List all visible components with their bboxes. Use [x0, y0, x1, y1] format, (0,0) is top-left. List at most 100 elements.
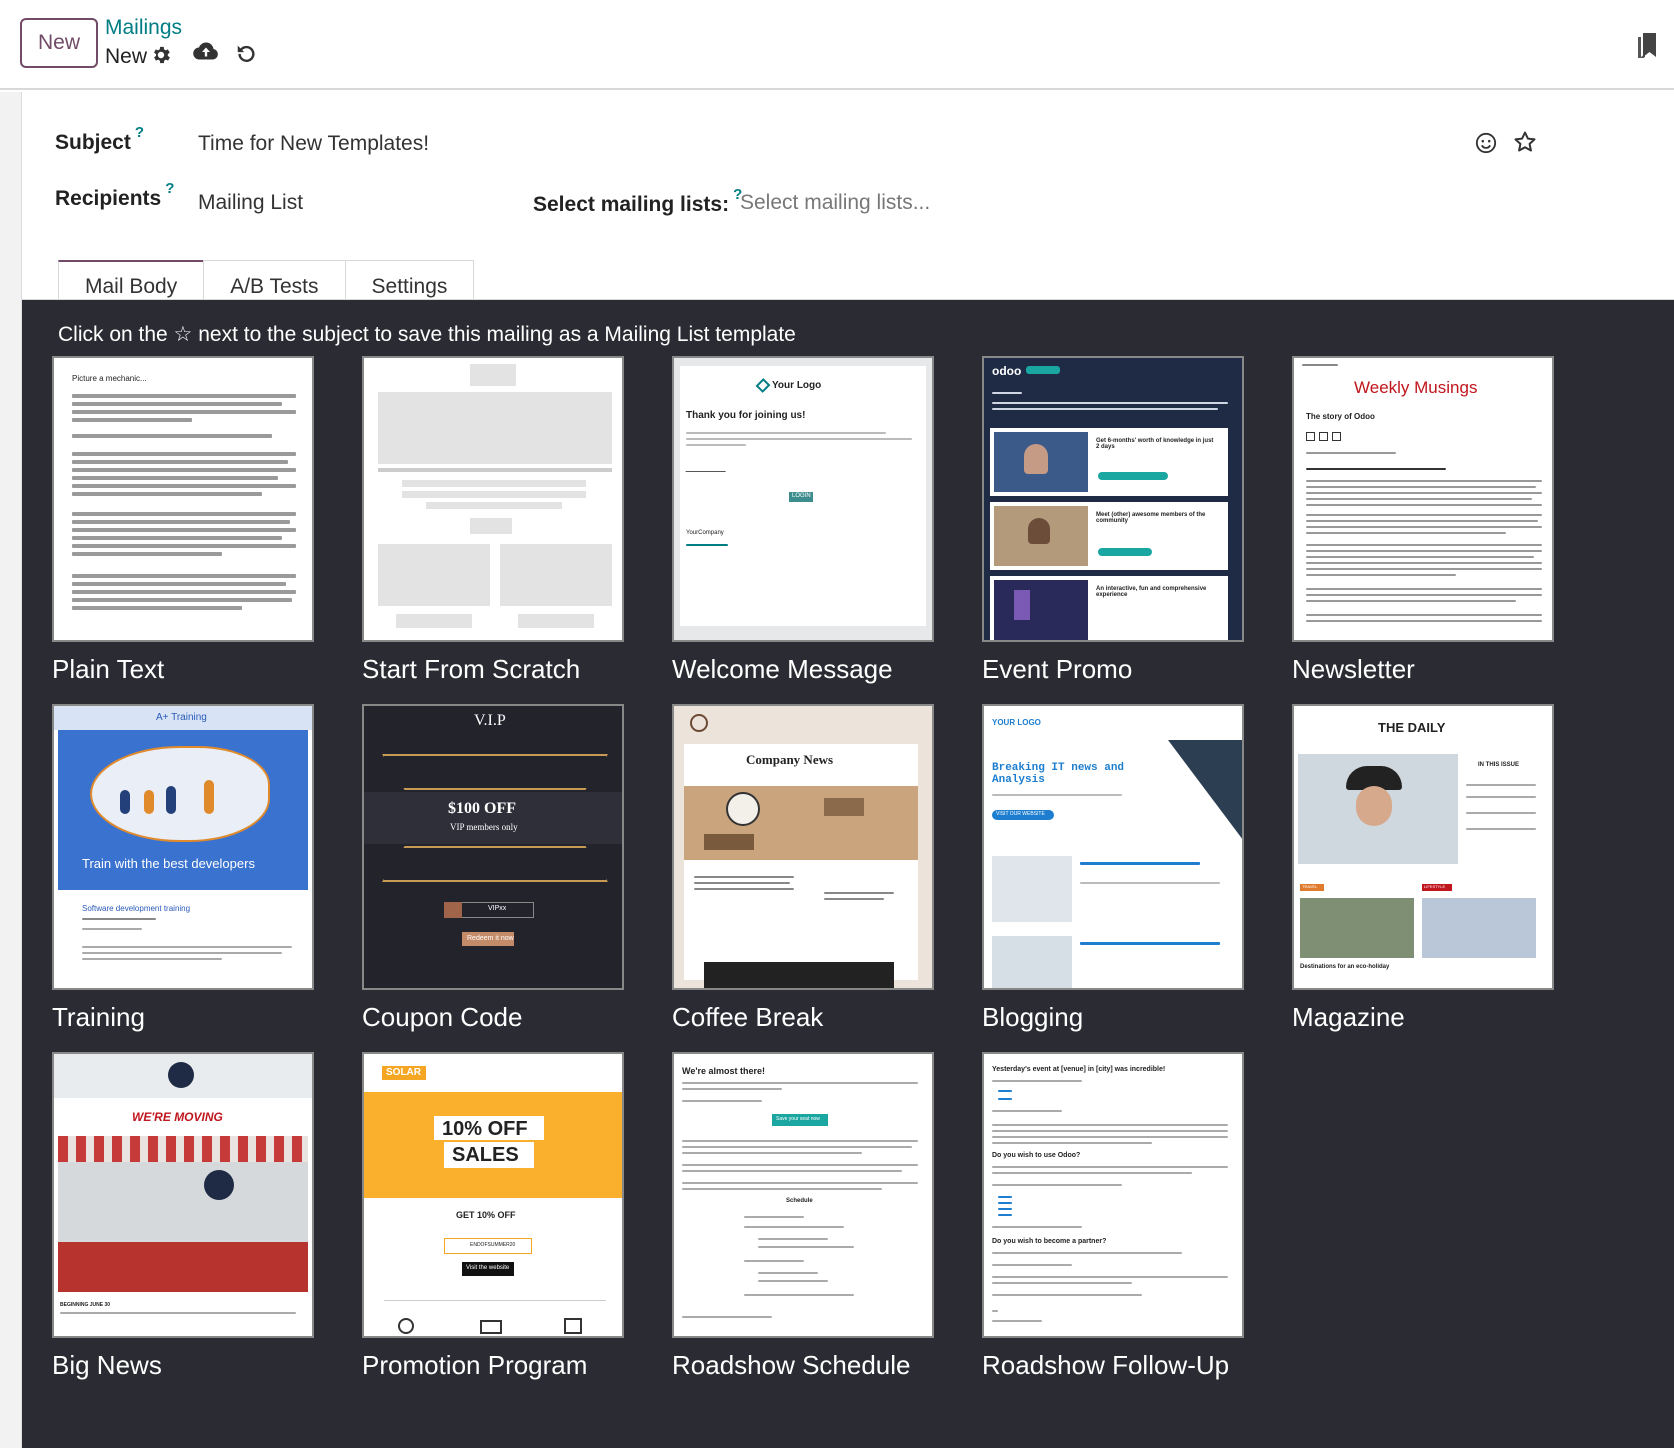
thumb-coupon-vip: V.I.P	[474, 712, 506, 729]
thumb-event-promo: odoo Get 6-months' worth of knowledge in…	[982, 356, 1244, 642]
thumb-event-item2: Meet (other) awesome members of the comm…	[1096, 512, 1206, 524]
thumb-road-heading: We're almost there!	[682, 1066, 765, 1076]
thumb-coupon-off: $100 OFF	[448, 800, 516, 817]
thumb-coupon-code: VIPxx	[488, 905, 507, 912]
template-big-news[interactable]: WE'RE MOVING BEGINNING JUNE 30 Big News	[52, 1052, 314, 1381]
thumb-big-moving: WE'RE MOVING	[132, 1110, 223, 1124]
thumb-plain-text: Picture a mechanic...	[52, 356, 314, 642]
mailing-lists-input[interactable]: Select mailing lists...	[740, 191, 930, 215]
breadcrumb-mailings[interactable]: Mailings	[105, 16, 182, 40]
template-title: Event Promo	[982, 654, 1133, 684]
template-title: Welcome Message	[672, 654, 893, 684]
thumb-follow-q2: Do you wish to become a partner?	[992, 1238, 1107, 1245]
template-hint: Click on the ☆ next to the subject to sa…	[58, 323, 796, 346]
recipients-select[interactable]: Mailing List	[198, 191, 303, 215]
thumb-welcome-button: LOGIN	[792, 493, 811, 499]
template-welcome-message[interactable]: Your Logo Thank you for joining us! LOGI…	[672, 356, 934, 685]
template-roadshow-schedule[interactable]: We're almost there! Save your seat now S…	[672, 1052, 934, 1381]
thumb-magazine: THE DAILY IN THIS ISSUE TRAVEL LIFESTYLE…	[1292, 704, 1554, 990]
thumb-promo-off: 10% OFF	[442, 1118, 528, 1140]
gear-icon[interactable]	[148, 42, 174, 68]
template-training[interactable]: A+ Training Train with the best develope…	[52, 704, 314, 1033]
thumb-news-sub: The story of Odoo	[1306, 412, 1375, 421]
thumb-coupon-members: VIP members only	[450, 822, 518, 832]
template-title: Newsletter	[1292, 654, 1415, 684]
template-blogging[interactable]: YOUR LOGO Breaking IT news and Analysis …	[982, 704, 1244, 1033]
subject-label: Subject?	[55, 124, 144, 155]
bookmarks-icon[interactable]	[1636, 32, 1658, 63]
thumb-newsletter: Weekly Musings The story of Odoo	[1292, 356, 1554, 642]
thumb-road-button: Save your seat now	[776, 1116, 820, 1122]
thumb-plain-heading: Picture a mechanic...	[72, 374, 147, 383]
template-title: Training	[52, 1002, 145, 1032]
template-roadshow-follow-up[interactable]: Yesterday's event at [venue] in [city] w…	[982, 1052, 1244, 1381]
template-title: Plain Text	[52, 654, 165, 684]
new-button[interactable]: New	[20, 18, 98, 68]
cloud-upload-icon[interactable]	[193, 38, 219, 64]
template-event-promo[interactable]: odoo Get 6-months' worth of knowledge in…	[982, 356, 1244, 685]
thumb-event-logo: odoo	[992, 364, 1022, 378]
thumb-mag-dest: Destinations for an eco-holiday	[1300, 964, 1390, 970]
left-gutter	[0, 92, 22, 1448]
template-panel: Click on the ☆ next to the subject to sa…	[22, 299, 1674, 1448]
template-plain-text[interactable]: Picture a mechanic... Plain Text	[52, 356, 314, 685]
template-title: Magazine	[1292, 1002, 1405, 1032]
discard-icon[interactable]	[233, 40, 259, 66]
thumb-big-news: WE'RE MOVING BEGINNING JUNE 30	[52, 1052, 314, 1338]
template-title: Coffee Break	[672, 1002, 824, 1032]
template-title: Roadshow Schedule	[672, 1350, 911, 1380]
template-newsletter[interactable]: Weekly Musings The story of Odoo Newslet…	[1292, 356, 1554, 685]
thumb-coffee: Company News	[672, 704, 934, 990]
mailing-form: Subject? Time for New Templates! Recipie…	[22, 92, 1674, 1448]
thumb-coupon: V.I.P $100 OFF VIP members only VIPxx Re…	[362, 704, 624, 990]
subject-input[interactable]: Time for New Templates!	[198, 132, 429, 156]
thumb-promotion: SOLAR 10% OFF SALES GET 10% OFF ENDOFSUM…	[362, 1052, 624, 1338]
thumb-news-title: Weekly Musings	[1354, 378, 1478, 397]
thumb-welcome-company: YourCompany	[686, 530, 724, 536]
thumb-road-schedule: Schedule	[786, 1198, 813, 1204]
thumb-follow-q1: Do you wish to use Odoo?	[992, 1152, 1081, 1159]
mailing-lists-label-text: Select mailing lists:	[533, 193, 730, 216]
template-title: Start From Scratch	[362, 654, 581, 684]
thumb-follow-heading: Yesterday's event at [venue] in [city] w…	[992, 1066, 1166, 1073]
thumb-blog-button: VISIT OUR WEBSITE	[996, 811, 1045, 817]
star-icon[interactable]	[1513, 130, 1537, 159]
thumb-big-date: BEGINNING JUNE 30	[60, 1302, 111, 1308]
recipients-label: Recipients?	[55, 180, 174, 211]
thumb-welcome-heading: Thank you for joining us!	[686, 410, 806, 421]
thumb-scratch	[362, 356, 624, 642]
thumb-event-item1: Get 6-months' worth of knowledge in just…	[1096, 438, 1214, 450]
thumb-promo-sales: SALES	[452, 1144, 519, 1166]
template-start-from-scratch[interactable]: Start From Scratch	[362, 356, 624, 685]
record-name: New	[105, 45, 148, 68]
template-title: Roadshow Follow-Up	[982, 1350, 1230, 1380]
thumb-welcome-logo: Your Logo	[772, 380, 822, 391]
thumb-mag-lifestyle: LIFESTYLE	[1424, 884, 1446, 889]
thumb-training-course: Software development training	[82, 904, 191, 913]
thumb-promo-visit: Visit the website	[466, 1265, 510, 1271]
template-magazine[interactable]: THE DAILY IN THIS ISSUE TRAVEL LIFESTYLE…	[1292, 704, 1554, 1033]
subject-help-icon[interactable]: ?	[135, 124, 144, 141]
template-title: Promotion Program	[362, 1350, 588, 1380]
thumb-mag-issue: IN THIS ISSUE	[1478, 762, 1520, 768]
template-coupon-code[interactable]: V.I.P $100 OFF VIP members only VIPxx Re…	[362, 704, 624, 1033]
recipients-help-icon[interactable]: ?	[165, 180, 174, 197]
template-title: Coupon Code	[362, 1002, 523, 1032]
thumb-blog-logo: YOUR LOGO	[992, 718, 1041, 727]
template-title: Big News	[52, 1350, 162, 1380]
mailing-lists-label: Select mailing lists:?	[533, 186, 742, 217]
thumb-blogging: YOUR LOGO Breaking IT news and Analysis …	[982, 704, 1244, 990]
template-coffee-break[interactable]: Company News Coffee Break	[672, 704, 934, 1033]
template-promotion-program[interactable]: SOLAR 10% OFF SALES GET 10% OFF ENDOFSUM…	[362, 1052, 624, 1381]
thumb-coupon-redeem: Redeem it now	[467, 935, 514, 942]
thumb-promo-code: ENDOFSUMMER20	[470, 1242, 516, 1248]
thumb-training-banner: Train with the best developers	[82, 856, 255, 871]
thumb-training-brand: A+ Training	[156, 712, 207, 723]
thumb-mag-travel: TRAVEL	[1302, 884, 1318, 889]
control-panel: New Mailings New	[0, 0, 1674, 90]
template-title: Blogging	[982, 1002, 1084, 1032]
thumb-roadshow-schedule: We're almost there! Save your seat now S…	[672, 1052, 934, 1338]
thumb-roadshow-follow-up: Yesterday's event at [venue] in [city] w…	[982, 1052, 1244, 1338]
thumb-mag-title: THE DAILY	[1378, 720, 1446, 735]
emoji-icon[interactable]	[1475, 132, 1497, 159]
